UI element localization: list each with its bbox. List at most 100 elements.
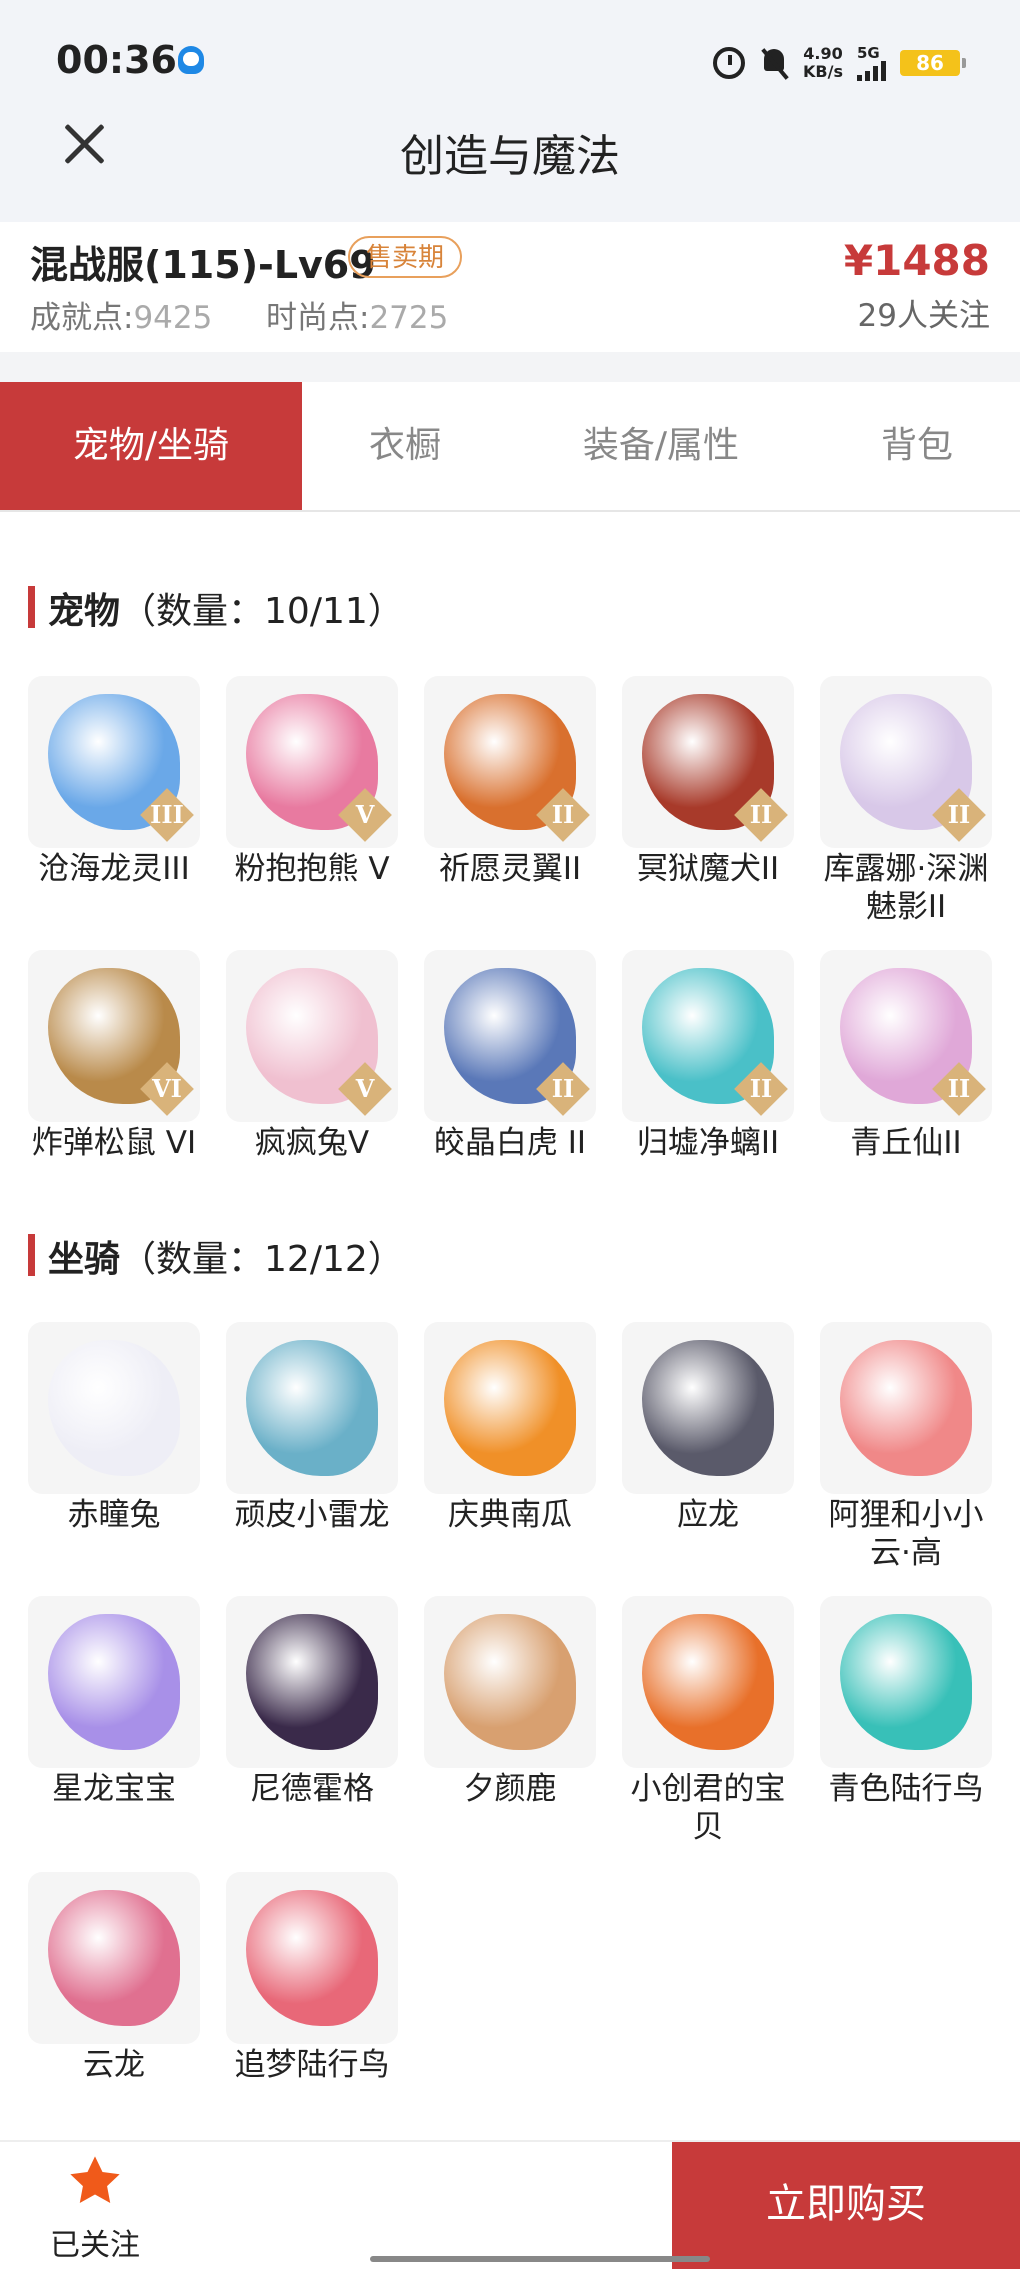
mount-image (226, 1872, 398, 2044)
thumbnail-art (48, 1614, 180, 1750)
mount-card[interactable]: 阿狸和小小云·高 (820, 1322, 992, 1572)
thumbnail-art (444, 1614, 576, 1750)
thumbnail-art (444, 1340, 576, 1476)
grade-badge: II (536, 788, 590, 842)
pet-image: II (424, 950, 596, 1122)
pet-card[interactable]: V 疯疯兔V (226, 950, 398, 1162)
status-icons: 4.90 KB/s 5G 86 (713, 40, 966, 86)
mount-card[interactable]: 云龙 (28, 1872, 200, 2084)
status-time: 00:36 (56, 38, 177, 82)
account-name: 混战服(115)-Lv69 (30, 243, 376, 287)
pet-card[interactable]: II 皎晶白虎 II (424, 950, 596, 1162)
network-type: 5G (857, 44, 880, 62)
mounts-section-title: 坐骑（数量：12/12） (28, 1230, 404, 1282)
mount-name: 顽皮小雷龙 (234, 1497, 390, 1533)
divider (0, 352, 1020, 382)
price: ¥1488 (843, 236, 990, 285)
thumbnail-art (48, 1340, 180, 1476)
mount-card[interactable]: 应龙 (622, 1322, 794, 1534)
grade-badge: II (932, 788, 986, 842)
mount-name: 夕颜鹿 (463, 1771, 557, 1807)
thumbnail-art (48, 1890, 180, 2026)
follow-button[interactable]: 已关注 (30, 2152, 160, 2263)
tab-wardrobe[interactable]: 衣橱 (302, 382, 508, 510)
pet-image: V (226, 950, 398, 1122)
pet-name: 皎晶白虎 II (433, 1125, 587, 1161)
pet-name: 炸弹松鼠 VI (31, 1125, 197, 1161)
tab-pets-mounts[interactable]: 宠物/坐骑 (0, 382, 302, 510)
fashion-value: 2725 (369, 300, 449, 336)
mount-name: 小创君的宝贝 (630, 1771, 786, 1845)
mount-image (820, 1596, 992, 1768)
grade-badge: V (338, 788, 392, 842)
pet-card[interactable]: II 青丘仙II (820, 950, 992, 1162)
grade-text: II (551, 800, 575, 829)
mount-card[interactable]: 夕颜鹿 (424, 1596, 596, 1808)
achievement-label: 成就点: (30, 300, 134, 336)
mute-icon (759, 47, 789, 79)
net-speed: 4.90 KB/s (803, 45, 843, 81)
mount-card[interactable]: 追梦陆行鸟 (226, 1872, 398, 2084)
grade-text: II (551, 1074, 575, 1103)
pet-image: VI (28, 950, 200, 1122)
mount-card[interactable]: 顽皮小雷龙 (226, 1322, 398, 1534)
pet-image: II (820, 676, 992, 848)
mount-card[interactable]: 星龙宝宝 (28, 1596, 200, 1808)
home-indicator (370, 2256, 710, 2262)
mount-image (28, 1872, 200, 2044)
mount-name: 庆典南瓜 (448, 1497, 572, 1533)
pet-card[interactable]: II 库露娜·深渊魅影II (820, 676, 992, 926)
tab-equipment[interactable]: 装备/属性 (508, 382, 814, 510)
follower-count: 29人关注 (857, 298, 990, 334)
grade-badge: VI (140, 1062, 194, 1116)
grade-badge: V (338, 1062, 392, 1116)
pet-name: 沧海龙灵III (38, 851, 190, 887)
mount-card[interactable]: 赤瞳兔 (28, 1322, 200, 1534)
pet-image: II (424, 676, 596, 848)
fashion-label: 时尚点: (266, 300, 370, 336)
mount-image (622, 1596, 794, 1768)
fashion-points: 时尚点:2725 (266, 292, 448, 337)
mount-name: 云龙 (83, 2047, 145, 2083)
mount-card[interactable]: 小创君的宝贝 (622, 1596, 794, 1846)
thumbnail-art (840, 1614, 972, 1750)
mount-card[interactable]: 庆典南瓜 (424, 1322, 596, 1534)
mount-name: 青色陆行鸟 (828, 1771, 984, 1807)
qq-icon (178, 46, 204, 74)
pets-count: （数量：10/11） (120, 591, 404, 632)
pet-image: II (622, 676, 794, 848)
mount-name: 尼德霍格 (250, 1771, 374, 1807)
grade-badge: III (140, 788, 194, 842)
pet-image: V (226, 676, 398, 848)
grade-text: V (355, 1074, 375, 1103)
pet-card[interactable]: III 沧海龙灵III (28, 676, 200, 888)
pet-card[interactable]: II 冥狱魔犬II (622, 676, 794, 888)
grade-text: VI (152, 1074, 182, 1103)
pet-name: 祈愿灵翼II (438, 851, 582, 887)
pet-name: 库露娜·深渊魅影II (823, 851, 989, 925)
tab-backpack[interactable]: 背包 (814, 382, 1020, 510)
mount-name: 阿狸和小小云·高 (828, 1497, 984, 1571)
tab-bar: 宠物/坐骑 衣橱 装备/属性 背包 (0, 382, 1020, 512)
mount-name: 星龙宝宝 (52, 1771, 176, 1807)
pet-card[interactable]: II 归墟净螭II (622, 950, 794, 1162)
pet-card[interactable]: II 祈愿灵翼II (424, 676, 596, 888)
mount-name: 赤瞳兔 (67, 1497, 161, 1533)
pets-title: 宠物 (48, 591, 121, 632)
pet-card[interactable]: VI 炸弹松鼠 VI (28, 950, 200, 1162)
mount-image (424, 1596, 596, 1768)
mount-image (820, 1322, 992, 1494)
mount-card[interactable]: 青色陆行鸟 (820, 1596, 992, 1808)
pet-name: 青丘仙II (850, 1125, 962, 1161)
grade-text: III (150, 800, 184, 829)
pet-name: 疯疯兔V (254, 1125, 370, 1161)
grade-text: II (749, 800, 773, 829)
pet-image: III (28, 676, 200, 848)
buy-now-button[interactable]: 立即购买 (672, 2142, 1020, 2269)
mount-image (424, 1322, 596, 1494)
grade-badge: II (734, 788, 788, 842)
mount-card[interactable]: 尼德霍格 (226, 1596, 398, 1808)
pet-image: II (820, 950, 992, 1122)
pet-card[interactable]: V 粉抱抱熊 V (226, 676, 398, 888)
grade-badge: II (734, 1062, 788, 1116)
